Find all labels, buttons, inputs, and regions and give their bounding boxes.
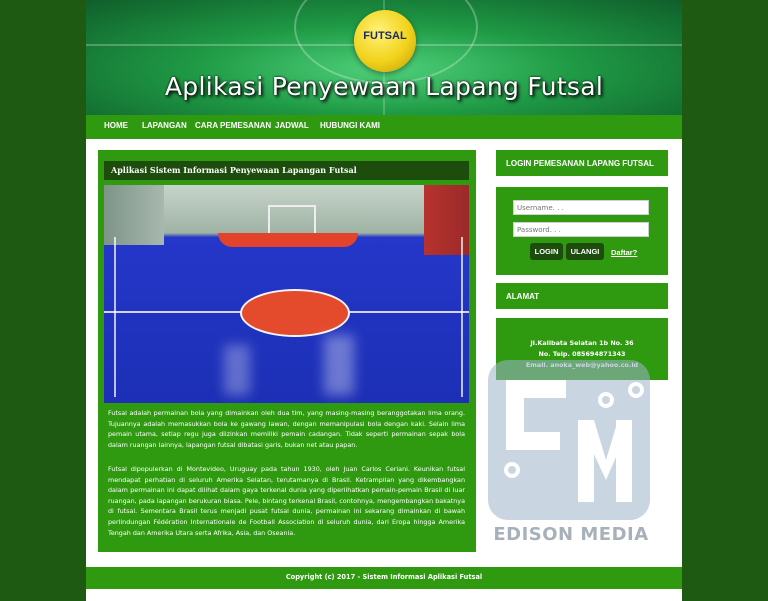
court-light-reflection — [224, 345, 250, 395]
address-heading-bar: ALAMAT — [496, 283, 668, 309]
address-street: Jl.Kalibata Selatan 1b No. 36 — [530, 339, 634, 347]
footer-bar: Copyright (c) 2017 - Sistem Informasi Ap… — [86, 567, 682, 589]
login-form: LOGIN ULANGI Daftar? — [496, 187, 668, 275]
page-container: FUTSAL Aplikasi Penyewaan Lapang Futsal … — [86, 0, 682, 601]
watermark-text: EDISON MEDIA — [493, 524, 649, 545]
reset-button[interactable]: ULANGI — [566, 243, 604, 260]
futsal-court-image — [104, 185, 469, 403]
nav-lapangan[interactable]: LAPANGAN — [142, 121, 187, 130]
site-title: Aplikasi Penyewaan Lapang Futsal — [164, 72, 604, 101]
futsal-ball-logo: FUTSAL — [354, 10, 416, 72]
main-content: Aplikasi Sistem Informasi Penyewaan Lapa… — [98, 150, 476, 552]
main-nav: HOME LAPANGAN CARA PEMESANAN JADWAL HUBU… — [86, 115, 682, 139]
header-banner: FUTSAL Aplikasi Penyewaan Lapang Futsal — [86, 0, 682, 115]
username-input[interactable] — [513, 200, 649, 215]
register-link[interactable]: Daftar? — [611, 248, 637, 257]
login-heading: LOGIN PEMESANAN LAPANG FUTSAL — [506, 159, 654, 168]
court-goal — [268, 205, 316, 235]
watermark-logo-icon — [488, 360, 650, 520]
content-heading: Aplikasi Sistem Informasi Penyewaan Lapa… — [111, 165, 357, 175]
court-penalty-area — [218, 233, 358, 247]
ball-label: FUTSAL — [363, 30, 407, 42]
content-heading-bar: Aplikasi Sistem Informasi Penyewaan Lapa… — [104, 161, 469, 180]
court-wall-left — [104, 185, 164, 245]
nav-hubungi-kami[interactable]: HUBUNGI KAMI — [320, 121, 380, 130]
court-light-reflection — [324, 335, 354, 395]
password-input[interactable] — [513, 222, 649, 237]
nav-jadwal[interactable]: JADWAL — [275, 121, 309, 130]
content-paragraph-1: Futsal adalah permainan bola yang dimain… — [108, 409, 465, 449]
nav-cara-pemesanan[interactable]: CARA PEMESANAN — [195, 121, 271, 130]
login-button[interactable]: LOGIN — [530, 243, 563, 260]
footer-copyright: Copyright (c) 2017 - Sistem Informasi Ap… — [285, 573, 483, 581]
address-heading: ALAMAT — [506, 292, 540, 301]
login-heading-bar: LOGIN PEMESANAN LAPANG FUTSAL — [496, 150, 668, 176]
court-center-circle — [240, 289, 350, 337]
address-phone: No. Telp. 085694871343 — [538, 350, 626, 358]
content-paragraph-2: Futsal dipopulerkan di Montevideo, Urugu… — [108, 465, 465, 537]
nav-home[interactable]: HOME — [104, 121, 128, 130]
